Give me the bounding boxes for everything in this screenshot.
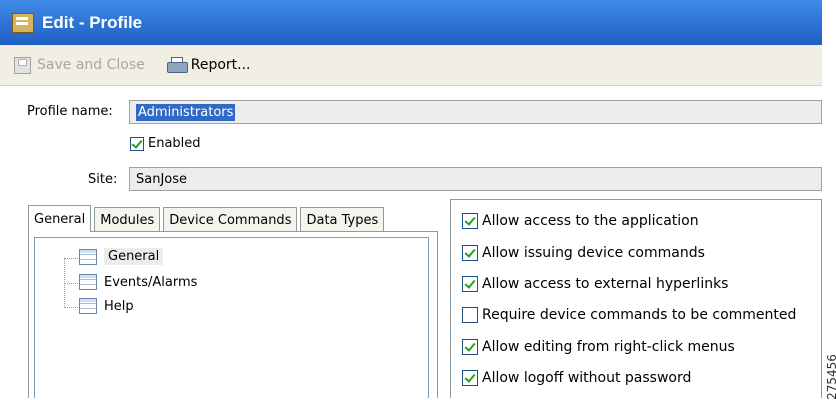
tree-item-label: Events/Alarms	[104, 274, 198, 290]
tab-label: Data Types	[306, 212, 379, 228]
tree-connector	[64, 307, 78, 308]
tree-item-general[interactable]: General	[79, 248, 164, 265]
enabled-label: Enabled	[148, 136, 201, 151]
tab-label: General	[34, 211, 86, 227]
tab-modules[interactable]: Modules	[94, 207, 161, 232]
save-and-close-label: Save and Close	[37, 57, 145, 73]
report-button[interactable]: Report...	[159, 57, 251, 73]
site-label: Site:	[88, 172, 118, 187]
enabled-checkbox-row[interactable]: Enabled	[130, 136, 201, 151]
permission-checkbox[interactable]	[462, 339, 478, 355]
tree-item-label: Help	[104, 298, 134, 314]
tree-connector	[64, 283, 78, 284]
site-value: SanJose	[136, 171, 188, 187]
permission-label: Allow issuing device commands	[482, 245, 705, 261]
printer-icon	[166, 57, 188, 73]
tree-item-events-alarms[interactable]: Events/Alarms	[79, 274, 197, 290]
table-icon	[79, 274, 97, 290]
tree-item-label: General	[104, 248, 164, 265]
profile-name-value: Administrators	[136, 103, 236, 121]
tab-label: Modules	[100, 212, 155, 228]
permission-external-hyperlinks[interactable]: Allow access to external hyperlinks	[462, 276, 728, 292]
tab-label: Device Commands	[169, 212, 292, 228]
tab-data-types[interactable]: Data Types	[300, 207, 385, 232]
floppy-disk-icon	[14, 56, 31, 74]
window-title: Edit - Profile	[42, 12, 143, 32]
permission-checkbox[interactable]	[462, 213, 478, 229]
save-and-close-button[interactable]: Save and Close	[14, 56, 145, 74]
tab-strip: General Modules Device Commands Data Typ…	[28, 205, 387, 232]
permission-right-click-editing[interactable]: Allow editing from right-click menus	[462, 339, 735, 355]
toolbar: Save and Close Report...	[0, 45, 822, 86]
site-field[interactable]: SanJose	[129, 167, 822, 191]
permission-label: Allow editing from right-click menus	[482, 339, 735, 355]
permission-access-application[interactable]: Allow access to the application	[462, 213, 699, 229]
tree-connector	[64, 258, 78, 259]
profile-name-label: Profile name:	[27, 104, 113, 119]
permission-checkbox[interactable]	[462, 307, 478, 323]
permission-label: Allow access to the application	[482, 213, 699, 229]
permission-checkbox[interactable]	[462, 276, 478, 292]
tab-general[interactable]: General	[28, 205, 92, 232]
report-label: Report...	[190, 57, 251, 73]
permission-label: Allow logoff without password	[482, 370, 692, 386]
permission-checkbox[interactable]	[462, 370, 478, 386]
title-bar: Edit - Profile	[0, 0, 822, 45]
figure-id-text: 275456	[824, 354, 836, 400]
permission-label: Require device commands to be commented	[482, 307, 797, 323]
tree-item-help[interactable]: Help	[79, 298, 134, 314]
profile-window-icon	[12, 12, 34, 33]
profile-name-input[interactable]: Administrators	[129, 100, 822, 124]
table-icon	[79, 298, 97, 314]
table-icon	[79, 248, 97, 265]
permission-checkbox[interactable]	[462, 245, 478, 261]
permission-logoff-without-password[interactable]: Allow logoff without password	[462, 370, 691, 386]
permission-label: Allow access to external hyperlinks	[482, 276, 729, 292]
enabled-checkbox[interactable]	[130, 136, 144, 151]
permission-require-commented[interactable]: Require device commands to be commented	[462, 307, 796, 323]
figure-id: 275456	[823, 350, 836, 400]
tab-device-commands[interactable]: Device Commands	[163, 207, 298, 232]
permission-issue-device-commands[interactable]: Allow issuing device commands	[462, 245, 705, 261]
